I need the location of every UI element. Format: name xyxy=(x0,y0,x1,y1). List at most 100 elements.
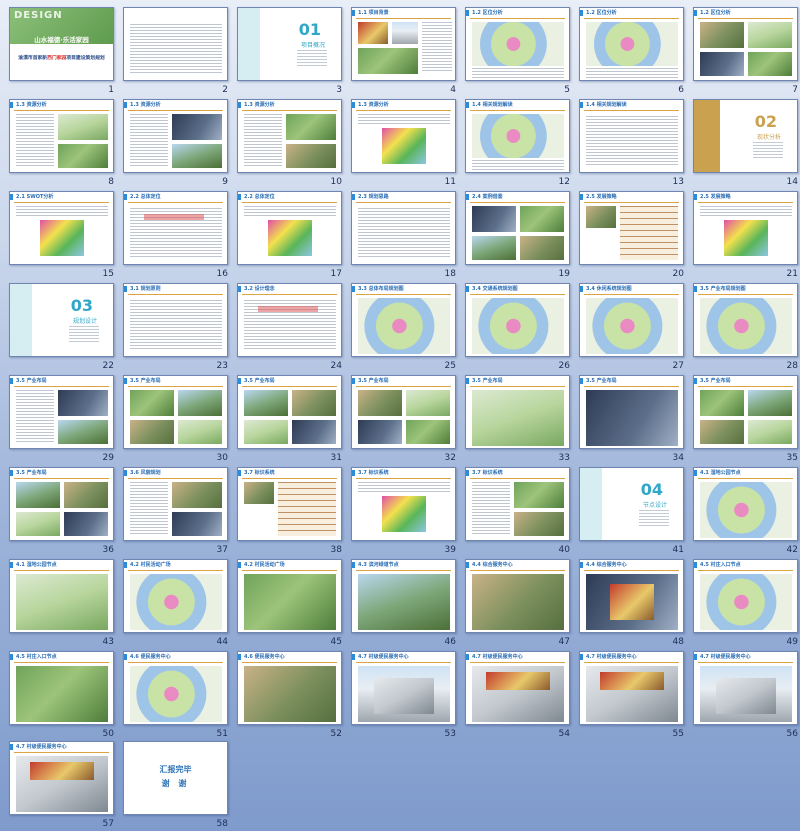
slide-thumbnail-13[interactable]: 1.4 相关规划解读 13 xyxy=(579,99,684,190)
slide-preview[interactable]: 4.5 村庄入口节点 xyxy=(9,651,114,725)
slide-thumbnail-27[interactable]: 3.4 休闲系统规划图 27 xyxy=(579,283,684,374)
slide-thumbnail-39[interactable]: 3.7 标识系统 39 xyxy=(351,467,456,558)
slide-preview[interactable]: 01 项目概况 xyxy=(237,7,342,81)
slide-thumbnail-18[interactable]: 2.3 规划思路 18 xyxy=(351,191,456,282)
slide-preview[interactable]: 1.2 区位分析 xyxy=(465,7,570,81)
slide-thumbnail-12[interactable]: 1.4 相关规划解读 12 xyxy=(465,99,570,190)
slide-preview[interactable]: 2.1 SWOT分析 xyxy=(9,191,114,265)
slide-thumbnail-46[interactable]: 4.3 滨河绿道节点 46 xyxy=(351,559,456,650)
slide-preview[interactable]: 2.4 案例借鉴 xyxy=(465,191,570,265)
slide-preview[interactable]: 1.2 区位分析 xyxy=(693,7,798,81)
slide-preview[interactable]: DESIGN 山水福德·乐活家园 渝漂市首家新西门家园项目建设策划规划 xyxy=(9,7,114,81)
slide-preview[interactable]: 1.3 资源分析 xyxy=(237,99,342,173)
slide-thumbnail-37[interactable]: 3.6 风貌规划 37 xyxy=(123,467,228,558)
slide-thumbnail-17[interactable]: 2.2 总体定位 17 xyxy=(237,191,342,282)
slide-preview[interactable]: 02 现状分析 xyxy=(693,99,798,173)
slide-preview[interactable]: 4.1 湿地公园节点 xyxy=(9,559,114,633)
slide-preview[interactable]: 3.6 风貌规划 xyxy=(123,467,228,541)
slide-thumbnail-55[interactable]: 4.7 村级便民服务中心 55 xyxy=(579,651,684,742)
slide-thumbnail-23[interactable]: 3.1 规划原则 23 xyxy=(123,283,228,374)
slide-thumbnail-15[interactable]: 2.1 SWOT分析 15 xyxy=(9,191,114,282)
slide-preview[interactable]: 3.7 标识系统 xyxy=(351,467,456,541)
slide-thumbnail-53[interactable]: 4.7 村级便民服务中心 53 xyxy=(351,651,456,742)
slide-preview[interactable]: 2.2 总体定位 xyxy=(123,191,228,265)
slide-thumbnail-33[interactable]: 3.5 产业布局 33 xyxy=(465,375,570,466)
slide-thumbnail-11[interactable]: 1.3 资源分析 11 xyxy=(351,99,456,190)
slide-preview[interactable]: 3.5 产业布局 xyxy=(465,375,570,449)
slide-preview[interactable]: 4.7 村级便民服务中心 xyxy=(9,741,114,815)
slide-thumbnail-2[interactable]: 2 xyxy=(123,7,228,98)
slide-thumbnail-54[interactable]: 4.7 村级便民服务中心 54 xyxy=(465,651,570,742)
slide-thumbnail-56[interactable]: 4.7 村级便民服务中心 56 xyxy=(693,651,798,742)
slide-preview[interactable]: 3.4 休闲系统规划图 xyxy=(579,283,684,357)
slide-preview[interactable]: 3.7 标识系统 xyxy=(237,467,342,541)
slide-preview[interactable]: 4.2 村民活动广场 xyxy=(237,559,342,633)
slide-thumbnail-49[interactable]: 4.5 村庄入口节点 49 xyxy=(693,559,798,650)
slide-thumbnail-58[interactable]: 汇报完毕谢 谢 58 xyxy=(123,741,228,831)
slide-preview[interactable]: 2.5 发展策略 xyxy=(693,191,798,265)
slide-preview[interactable]: 1.3 资源分析 xyxy=(351,99,456,173)
slide-thumbnail-38[interactable]: 3.7 标识系统 38 xyxy=(237,467,342,558)
slide-preview[interactable]: 4.7 村级便民服务中心 xyxy=(579,651,684,725)
slide-thumbnail-40[interactable]: 3.7 标识系统 40 xyxy=(465,467,570,558)
slide-preview[interactable]: 3.5 产业布局规划图 xyxy=(693,283,798,357)
slide-preview[interactable]: 3.5 产业布局 xyxy=(9,375,114,449)
slide-preview[interactable]: 3.5 产业布局 xyxy=(351,375,456,449)
slide-thumbnail-35[interactable]: 3.5 产业布局 35 xyxy=(693,375,798,466)
slide-preview[interactable]: 汇报完毕谢 谢 xyxy=(123,741,228,815)
slide-thumbnail-29[interactable]: 3.5 产业布局 29 xyxy=(9,375,114,466)
slide-thumbnail-30[interactable]: 3.5 产业布局 30 xyxy=(123,375,228,466)
slide-preview[interactable]: 4.4 综合服务中心 xyxy=(579,559,684,633)
slide-preview[interactable]: 4.3 滨河绿道节点 xyxy=(351,559,456,633)
slide-preview[interactable]: 3.5 产业布局 xyxy=(123,375,228,449)
slide-thumbnail-14[interactable]: 02 现状分析 14 xyxy=(693,99,798,190)
slide-preview[interactable]: 3.2 设计理念 xyxy=(237,283,342,357)
slide-thumbnail-3[interactable]: 01 项目概况 3 xyxy=(237,7,342,98)
slide-preview[interactable]: 04 节点设计 xyxy=(579,467,684,541)
slide-thumbnail-42[interactable]: 4.1 湿地公园节点 42 xyxy=(693,467,798,558)
slide-preview[interactable]: 3.5 产业布局 xyxy=(9,467,114,541)
slide-thumbnail-20[interactable]: 2.5 发展策略 20 xyxy=(579,191,684,282)
slide-preview[interactable]: 1.1 项目背景 xyxy=(351,7,456,81)
slide-thumbnail-48[interactable]: 4.4 综合服务中心 48 xyxy=(579,559,684,650)
slide-thumbnail-24[interactable]: 3.2 设计理念 24 xyxy=(237,283,342,374)
slide-thumbnail-57[interactable]: 4.7 村级便民服务中心 57 xyxy=(9,741,114,831)
slide-thumbnail-5[interactable]: 1.2 区位分析 5 xyxy=(465,7,570,98)
slide-preview[interactable]: 4.6 便民服务中心 xyxy=(237,651,342,725)
slide-preview[interactable]: 2.2 总体定位 xyxy=(237,191,342,265)
slide-thumbnail-8[interactable]: 1.3 资源分析 8 xyxy=(9,99,114,190)
slide-thumbnail-36[interactable]: 3.5 产业布局 36 xyxy=(9,467,114,558)
slide-thumbnail-34[interactable]: 3.5 产业布局 34 xyxy=(579,375,684,466)
slide-preview[interactable]: 4.4 综合服务中心 xyxy=(465,559,570,633)
slide-preview[interactable]: 1.2 区位分析 xyxy=(579,7,684,81)
slide-thumbnail-31[interactable]: 3.5 产业布局 31 xyxy=(237,375,342,466)
slide-preview[interactable]: 4.7 村级便民服务中心 xyxy=(465,651,570,725)
slide-thumbnail-41[interactable]: 04 节点设计 41 xyxy=(579,467,684,558)
slide-thumbnail-32[interactable]: 3.5 产业布局 32 xyxy=(351,375,456,466)
slide-thumbnail-28[interactable]: 3.5 产业布局规划图 28 xyxy=(693,283,798,374)
slide-preview[interactable] xyxy=(123,7,228,81)
slide-preview[interactable]: 03 规划设计 xyxy=(9,283,114,357)
slide-thumbnail-44[interactable]: 4.2 村民活动广场 44 xyxy=(123,559,228,650)
slide-thumbnail-51[interactable]: 4.6 便民服务中心 51 xyxy=(123,651,228,742)
slide-thumbnail-7[interactable]: 1.2 区位分析 7 xyxy=(693,7,798,98)
slide-thumbnail-6[interactable]: 1.2 区位分析 6 xyxy=(579,7,684,98)
slide-preview[interactable]: 3.4 交通系统规划图 xyxy=(465,283,570,357)
slide-thumbnail-52[interactable]: 4.6 便民服务中心 52 xyxy=(237,651,342,742)
slide-preview[interactable]: 1.3 资源分析 xyxy=(9,99,114,173)
slide-thumbnail-43[interactable]: 4.1 湿地公园节点 43 xyxy=(9,559,114,650)
slide-thumbnail-16[interactable]: 2.2 总体定位 16 xyxy=(123,191,228,282)
slide-preview[interactable]: 3.1 规划原则 xyxy=(123,283,228,357)
slide-preview[interactable]: 1.3 资源分析 xyxy=(123,99,228,173)
slide-thumbnail-1[interactable]: DESIGN 山水福德·乐活家园 渝漂市首家新西门家园项目建设策划规划 1 xyxy=(9,7,114,98)
slide-thumbnail-45[interactable]: 4.2 村民活动广场 45 xyxy=(237,559,342,650)
slide-preview[interactable]: 3.3 总体布局规划图 xyxy=(351,283,456,357)
slide-preview[interactable]: 3.5 产业布局 xyxy=(693,375,798,449)
slide-thumbnail-21[interactable]: 2.5 发展策略 21 xyxy=(693,191,798,282)
slide-thumbnail-22[interactable]: 03 规划设计 22 xyxy=(9,283,114,374)
slide-thumbnail-4[interactable]: 1.1 项目背景 4 xyxy=(351,7,456,98)
slide-thumbnail-25[interactable]: 3.3 总体布局规划图 25 xyxy=(351,283,456,374)
slide-preview[interactable]: 3.7 标识系统 xyxy=(465,467,570,541)
slide-preview[interactable]: 1.4 相关规划解读 xyxy=(465,99,570,173)
slide-preview[interactable]: 4.2 村民活动广场 xyxy=(123,559,228,633)
